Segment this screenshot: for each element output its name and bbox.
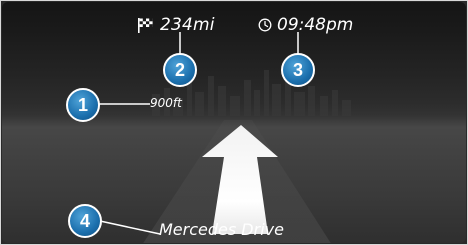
- callout-badge-2: 2: [163, 53, 197, 87]
- checkered-flag-icon: [138, 17, 153, 33]
- navigation-display: 234mi 09:48pm 900ft Mercedes Drive 1 2 3…: [0, 0, 468, 245]
- clock-icon: [258, 18, 272, 32]
- map-view: 234mi 09:48pm 900ft Mercedes Drive 1 2 3…: [2, 2, 466, 243]
- distance-value: 234mi: [160, 15, 215, 35]
- street-name: Mercedes Drive: [159, 220, 284, 239]
- maneuver-distance: 900ft: [150, 96, 182, 110]
- arrival-time-value: 09:48pm: [277, 15, 354, 35]
- callout-badge-3: 3: [281, 53, 315, 87]
- arrival-time: 09:48pm: [258, 11, 353, 39]
- callout-badge-4: 4: [68, 204, 102, 238]
- trip-info-bar: 234mi 09:48pm: [2, 11, 466, 39]
- distance-to-destination: 234mi: [137, 11, 215, 39]
- callout-badge-1: 1: [66, 88, 100, 122]
